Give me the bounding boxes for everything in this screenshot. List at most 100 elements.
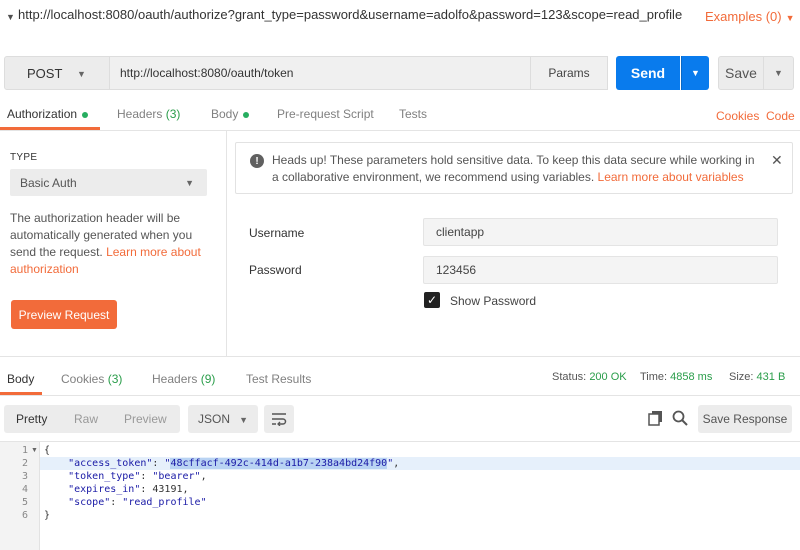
collapse-caret-icon[interactable]: ▼ — [6, 12, 15, 22]
auth-type-select[interactable]: Basic Auth ▼ — [10, 169, 207, 196]
json-key: "expires_in" — [68, 484, 141, 495]
time-stat: Time: 4858 ms — [640, 371, 712, 383]
copy-icon[interactable] — [648, 410, 664, 429]
warning-text: Heads up! These parameters hold sensitiv… — [272, 152, 762, 186]
divider — [0, 395, 800, 396]
tab-headers[interactable]: Headers (3) — [117, 107, 180, 121]
tab-body[interactable]: Body — [211, 107, 250, 121]
line-number: 6 — [21, 510, 28, 521]
method-label: POST — [27, 65, 63, 81]
chevron-down-icon: ▼ — [77, 69, 86, 79]
line-number: 1 — [21, 445, 28, 456]
divider — [0, 356, 800, 357]
tab-tests[interactable]: Tests — [399, 107, 427, 121]
preview-request-button[interactable]: Preview Request — [11, 300, 117, 329]
password-label: Password — [249, 263, 302, 277]
fold-caret-icon[interactable]: ▼ — [31, 447, 38, 454]
tab-authorization[interactable]: Authorization — [7, 107, 89, 121]
tab-authorization-label: Authorization — [7, 107, 78, 121]
tab-pre-request-script[interactable]: Pre-request Script — [277, 107, 374, 121]
code-line: "expires_in": 43191, — [68, 484, 189, 495]
tab-headers-label: Headers — [117, 107, 163, 121]
wrap-lines-button[interactable] — [264, 405, 294, 433]
alert-icon: ! — [250, 154, 264, 168]
username-label: Username — [249, 226, 305, 240]
checkmark-icon: ✓ — [426, 293, 438, 307]
auth-description: The authorization header will be automat… — [10, 210, 210, 278]
response-tab-cookies-label: Cookies — [61, 372, 105, 386]
show-password-checkbox[interactable]: ✓ — [424, 292, 440, 308]
params-button[interactable]: Params — [530, 56, 608, 90]
response-tab-cookies-count: (3) — [107, 372, 123, 386]
cookies-link[interactable]: Cookies — [716, 109, 759, 123]
save-response-button[interactable]: Save Response — [698, 405, 792, 433]
show-password-label: Show Password — [450, 294, 537, 308]
json-key: "scope" — [68, 497, 111, 508]
status-value: 200 OK — [589, 371, 627, 383]
line-number: 4 — [21, 484, 28, 495]
tab-body-label: Body — [211, 107, 239, 121]
response-tab-test-results[interactable]: Test Results — [246, 372, 311, 386]
format-select[interactable]: JSON ▼ — [188, 405, 258, 433]
send-options-dropdown[interactable]: ▼ — [681, 56, 709, 90]
learn-more-variables-link[interactable]: Learn more about variables — [598, 170, 744, 184]
divider — [0, 130, 800, 131]
password-field[interactable]: 123456 — [423, 256, 778, 284]
pretty-button[interactable]: Pretty — [16, 405, 47, 433]
response-tab-headers[interactable]: Headers (9) — [152, 372, 215, 386]
sensitive-data-warning: ! Heads up! These parameters hold sensit… — [235, 142, 793, 194]
json-value: "bearer" — [152, 471, 201, 482]
active-indicator-dot — [82, 111, 89, 118]
type-label: TYPE — [10, 152, 38, 163]
access-token-value: 48cffacf-492c-414d-a1b7-238a4bd24f90 — [170, 458, 388, 469]
preview-button[interactable]: Preview — [124, 405, 167, 433]
code-line: } — [44, 510, 51, 521]
send-button[interactable]: Send — [616, 56, 680, 90]
save-button[interactable]: Save — [718, 56, 764, 90]
search-icon[interactable] — [672, 410, 688, 429]
raw-button[interactable]: Raw — [74, 405, 98, 433]
response-tab-cookies[interactable]: Cookies (3) — [61, 372, 122, 386]
json-value: 43191 — [152, 484, 183, 495]
line-number: 3 — [21, 471, 28, 482]
username-field[interactable]: clientapp — [423, 218, 778, 246]
code-line: { — [44, 445, 51, 456]
chevron-down-icon: ▼ — [239, 415, 248, 425]
response-tab-body[interactable]: Body — [7, 372, 34, 386]
chevron-down-icon: ▼ — [785, 13, 795, 23]
time-value: 4858 ms — [670, 371, 713, 383]
auth-type-value: Basic Auth — [20, 175, 77, 190]
code-line: "access_token": "48cffacf-492c-414d-a1b7… — [68, 458, 400, 469]
size-value: 431 B — [756, 371, 786, 383]
method-select[interactable]: POST ▼ — [4, 56, 110, 90]
close-icon[interactable]: ✕ — [771, 152, 783, 169]
chevron-down-icon: ▼ — [691, 68, 700, 78]
wrap-icon — [272, 413, 287, 426]
panel-divider — [226, 131, 227, 356]
code-line: "token_type": "bearer", — [68, 471, 207, 482]
format-value: JSON — [198, 412, 231, 426]
response-body-viewer[interactable]: 1 ▼ 2 3 4 5 6 { "access_token": "48cffac… — [0, 441, 800, 550]
response-tab-headers-label: Headers — [152, 372, 198, 386]
status-label: Status: — [552, 371, 587, 383]
examples-label: Examples (0) — [705, 9, 782, 24]
json-value: "read_profile" — [122, 497, 207, 508]
size-label: Size: — [729, 371, 754, 383]
status-stat: Status: 200 OK — [552, 371, 627, 383]
line-number: 5 — [21, 497, 28, 508]
code-link[interactable]: Code — [766, 109, 795, 123]
response-tab-headers-count: (9) — [200, 372, 216, 386]
active-indicator-dot — [243, 111, 250, 118]
examples-dropdown[interactable]: Examples (0) ▼ — [705, 9, 795, 24]
size-stat: Size: 431 B — [729, 371, 785, 383]
json-key: "token_type" — [68, 471, 141, 482]
chevron-down-icon: ▼ — [774, 68, 783, 78]
time-label: Time: — [640, 371, 668, 383]
save-options-dropdown[interactable]: ▼ — [764, 56, 794, 90]
view-mode-group: Pretty Raw Preview — [4, 405, 180, 433]
url-input[interactable]: http://localhost:8080/oauth/token — [109, 56, 531, 90]
json-key: "access_token" — [68, 458, 153, 469]
line-number: 2 — [21, 458, 28, 469]
request-title: http://localhost:8080/oauth/authorize?gr… — [18, 7, 683, 22]
code-line: "scope": "read_profile" — [68, 497, 207, 508]
